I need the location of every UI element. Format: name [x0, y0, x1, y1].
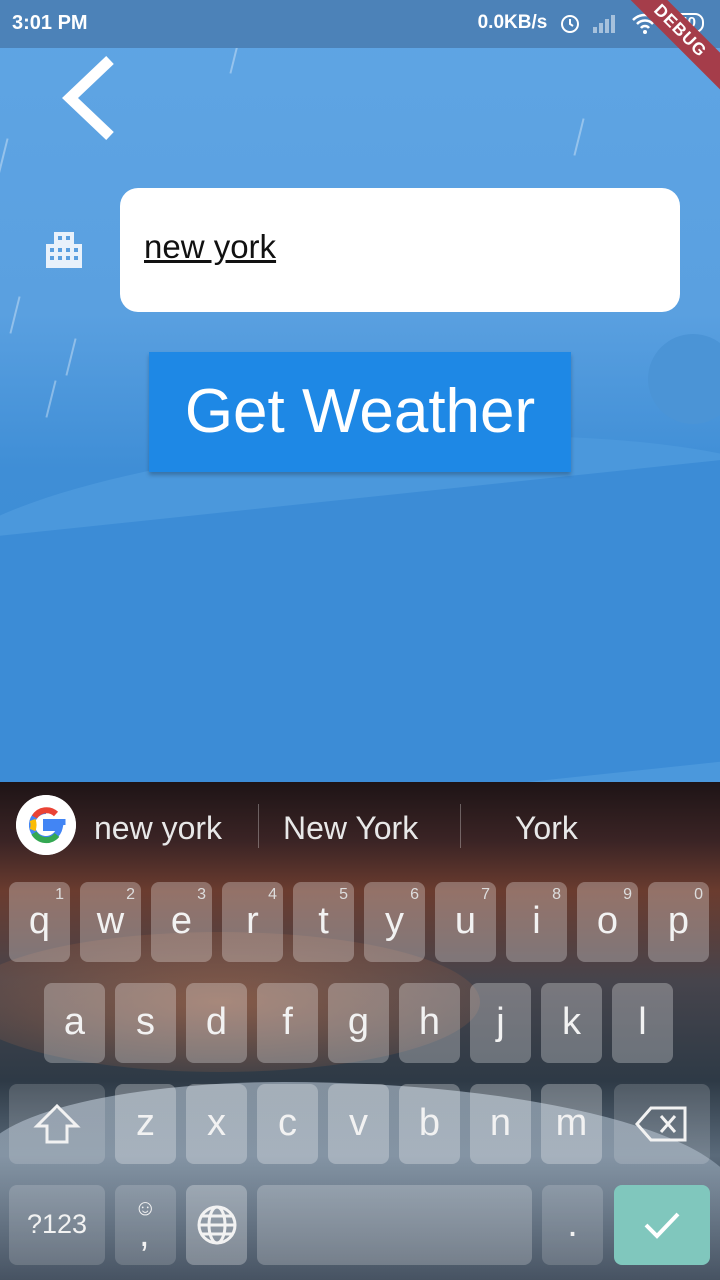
key-hint: 9 — [623, 886, 632, 903]
key-t[interactable]: t5 — [293, 882, 354, 962]
google-logo-icon[interactable] — [16, 795, 76, 855]
shift-key[interactable] — [9, 1084, 105, 1164]
rain-drop — [573, 118, 585, 156]
key-p[interactable]: p0 — [648, 882, 709, 962]
city-icon — [46, 232, 82, 268]
suggestion-1[interactable]: new york — [94, 810, 222, 847]
get-weather-button[interactable]: Get Weather — [149, 352, 571, 472]
rain-drop — [9, 296, 21, 334]
suggestion-divider — [258, 804, 259, 848]
key-v[interactable]: v — [328, 1084, 389, 1164]
background-tree — [648, 334, 720, 424]
net-speed: 0.0KB/s — [477, 12, 548, 33]
key-hint: 5 — [339, 886, 348, 903]
key-hint: 1 — [55, 886, 64, 903]
key-s[interactable]: s — [115, 983, 176, 1063]
key-label: r — [246, 900, 259, 942]
key-label: w — [96, 900, 125, 942]
key-c[interactable]: c — [257, 1084, 318, 1164]
suggestion-2[interactable]: New York — [283, 810, 418, 847]
rain-drop — [45, 380, 57, 418]
key-g[interactable]: g — [328, 983, 389, 1063]
key-label: q — [28, 900, 51, 942]
suggestion-3[interactable]: York — [515, 810, 578, 847]
key-b[interactable]: b — [399, 1084, 460, 1164]
key-x[interactable]: x — [186, 1084, 247, 1164]
alarm-icon — [561, 15, 580, 33]
emoji-comma-key[interactable]: ☺ , — [115, 1185, 176, 1265]
globe-icon — [197, 1205, 236, 1245]
space-key[interactable] — [257, 1185, 532, 1265]
key-e[interactable]: e3 — [151, 882, 212, 962]
suggestion-divider — [460, 804, 461, 848]
shift-icon — [33, 1103, 81, 1144]
city-input-value: new york — [144, 228, 277, 265]
backspace-key[interactable] — [614, 1084, 710, 1164]
key-hint: 4 — [268, 886, 277, 903]
status-time: 3:01 PM — [12, 12, 88, 34]
key-o[interactable]: o9 — [577, 882, 638, 962]
key-w[interactable]: w2 — [80, 882, 141, 962]
key-r[interactable]: r4 — [222, 882, 283, 962]
key-a[interactable]: a — [44, 983, 105, 1063]
key-i[interactable]: i8 — [506, 882, 567, 962]
key-k[interactable]: k — [541, 983, 602, 1063]
key-hint: 2 — [126, 886, 135, 903]
back-arrow-icon[interactable] — [58, 56, 118, 140]
key-z[interactable]: z — [115, 1084, 176, 1164]
key-d[interactable]: d — [186, 983, 247, 1063]
key-hint: 3 — [197, 886, 206, 903]
key-l[interactable]: l — [612, 983, 673, 1063]
symbols-key[interactable]: ?123 — [9, 1185, 105, 1265]
key-h[interactable]: h — [399, 983, 460, 1063]
key-label: p — [667, 900, 690, 942]
period-key[interactable]: . — [542, 1185, 603, 1265]
key-hint: 0 — [694, 886, 703, 903]
key-u[interactable]: u7 — [435, 882, 496, 962]
enter-key[interactable] — [614, 1185, 710, 1265]
key-hint: 6 — [410, 886, 419, 903]
key-y[interactable]: y6 — [364, 882, 425, 962]
key-label: y — [385, 900, 404, 942]
comma-label: , — [139, 1213, 150, 1255]
language-key[interactable] — [186, 1185, 247, 1265]
key-hint: 7 — [481, 886, 490, 903]
keyboard: new york New York York q1 w2 e3 r4 t5 y6… — [0, 782, 720, 1280]
key-label: u — [454, 900, 477, 942]
key-label: e — [170, 900, 193, 942]
key-f[interactable]: f — [257, 983, 318, 1063]
app-screen: 3:01 PM 0.0KB/s 40 DEBUG new york Get We… — [0, 0, 720, 782]
key-label: o — [596, 900, 619, 942]
key-q[interactable]: q1 — [9, 882, 70, 962]
backspace-icon — [635, 1106, 687, 1142]
key-m[interactable]: m — [541, 1084, 602, 1164]
key-label: i — [532, 900, 541, 942]
status-bar: 3:01 PM 0.0KB/s 40 DEBUG — [0, 0, 720, 97]
rain-drop — [0, 138, 9, 176]
checkmark-icon — [644, 1212, 680, 1239]
signal-icon — [593, 15, 616, 33]
key-n[interactable]: n — [470, 1084, 531, 1164]
key-hint: 8 — [552, 886, 561, 903]
key-j[interactable]: j — [470, 983, 531, 1063]
city-input[interactable]: new york — [120, 188, 680, 312]
rain-drop — [65, 338, 77, 376]
key-label: t — [318, 900, 329, 942]
